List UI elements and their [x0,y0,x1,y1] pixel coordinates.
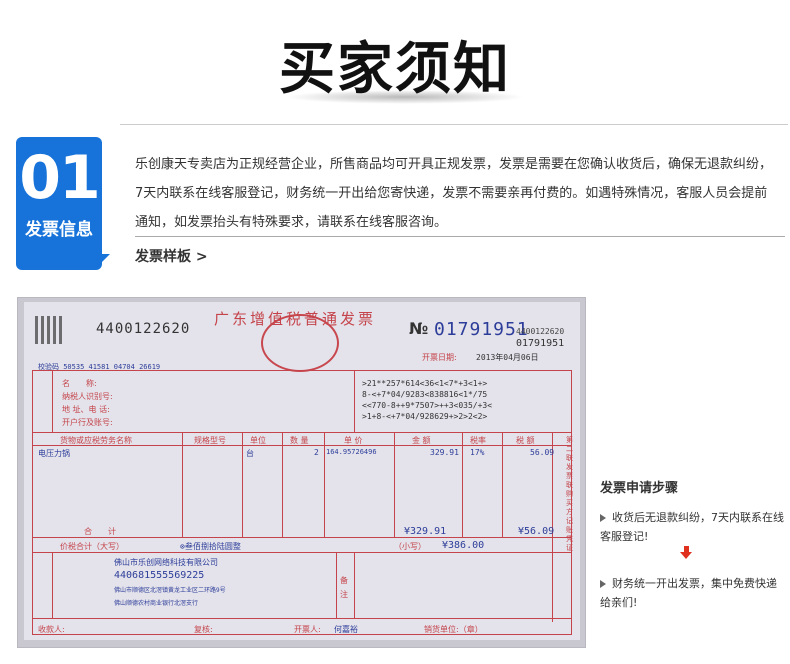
grand-total-small-label: （小写） [394,542,426,551]
invoice-code: 4400122620 [96,321,191,337]
invoice-info-paragraph: 乐创康天专卖店为正规经营企业，所售商品均可开具正规发票，发票是需要在您确认收货后… [135,157,773,230]
invoice-title: 广东增值税普通发票 [214,310,377,328]
grid-line [324,432,325,537]
item-qty: 2 [314,448,319,457]
section-label: 发票信息 [25,220,93,240]
item-amount: 329.91 [430,448,459,457]
buyer-label: 地 址、电 话: [62,405,110,414]
steps-title: 发票申请步骤 [600,481,679,496]
grid-line [462,432,463,537]
grid-line [52,370,53,432]
bullet-icon [600,514,606,522]
section-divider [135,236,785,237]
item-unit: 台 [246,449,254,458]
column-header: 金 额 [412,436,431,445]
grid-line [32,432,572,433]
buyer-label: 开户行及账号: [62,418,113,427]
seller-address: 佛山市顺德区北滘镇黄龙工业区二环路9号 [114,587,226,594]
item-price: 164.95726496 [326,448,377,456]
grand-total-small: ¥386.00 [442,540,485,551]
grid-line [32,537,572,538]
section-number: 01 [19,143,101,213]
section-badge: 01 发票信息 [16,137,102,270]
badge-tail [94,254,110,270]
grid-line [32,618,572,619]
review-label: 复核: [194,625,213,634]
remark-label: 备注 [340,576,348,599]
item-tax: 56.09 [530,448,555,457]
invoice-number: 01791951 [434,319,529,340]
buyer-label: 名 称: [62,379,97,388]
step-text: 收货后无退款纠纷，7天内联系在线客服登记! [600,511,784,543]
item-rate: 17% [470,448,485,457]
grid-line [32,552,572,553]
top-divider [120,124,788,125]
seller-name: 佛山市乐创网络科技有限公司 [114,558,218,567]
bullet-icon [600,580,606,588]
column-header: 规格型号 [194,436,226,445]
grid-line [354,552,355,618]
grand-total-label: 价税合计（大写） [60,542,124,551]
column-header: 货物或应税劳务名称 [60,436,132,445]
issuer-name: 何嘉裕 [334,625,358,634]
title-shadow [285,90,525,104]
item-name: 电压力锅 [38,449,70,458]
grid-line [502,432,503,537]
qr-code-icon [35,316,63,344]
total-label: 合 计 [84,527,116,536]
issuer-label: 开票人: [294,625,321,634]
buyer-label: 纳税人识别号: [62,392,113,401]
invoice-date-label: 开票日期: [422,353,457,362]
invoice-side-label: 第二联 发票联 购买方记账凭证 [566,436,573,552]
invoice-date: 2013年04月06日 [476,353,539,362]
grid-line [336,552,337,618]
grid-line [52,552,53,618]
invoice-small-code: 4400122620 [516,327,565,336]
column-header: 税 额 [516,436,535,445]
grid-line [394,432,395,537]
invoice-number-symbol: № [409,319,429,338]
grid-line [182,432,183,537]
invoice-small-number: 01791951 [516,338,565,349]
seller-bank: 佛山顺德农村商业银行北滘支行 [114,600,199,607]
total-amount: ¥329.91 [404,526,447,537]
invoice-sample: 4400122620 广东增值税普通发票 № 01791951 44001226… [24,302,580,640]
column-header: 税率 [470,436,486,445]
grid-line [242,432,243,537]
step-item: 财务统一开出发票，集中免费快递给亲们! [600,574,785,612]
column-header: 单位 [250,436,266,445]
seller-tax-id: 440681555569225 [114,570,205,581]
column-header: 数 量 [290,436,309,445]
seller-seal-label: 销货单位:（章） [424,625,483,634]
grid-line [282,432,283,537]
grid-line [354,370,355,432]
payee-label: 收款人: [38,625,65,634]
sample-label: 发票样板 > [135,249,208,265]
step-text: 财务统一开出发票，集中免费快递给亲们! [600,577,777,609]
cipher-area: >21**257*614<36<1<7*+3<1+> 8-<+7*04/9283… [362,379,493,421]
step-item: 收货后无退款纠纷，7天内联系在线客服登记! [600,508,785,546]
column-header: 单 价 [344,436,363,445]
total-tax: ¥56.09 [518,526,555,537]
grand-total-words: ⊗叁佰捌拾陆圆整 [180,542,241,551]
